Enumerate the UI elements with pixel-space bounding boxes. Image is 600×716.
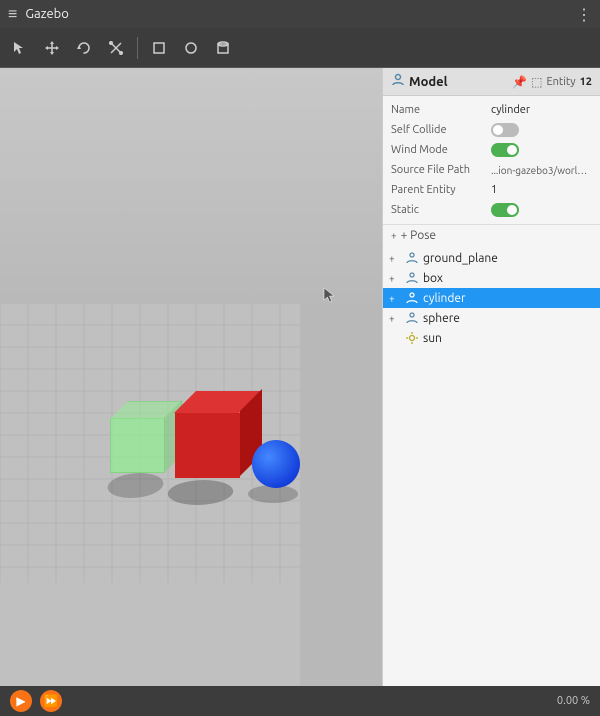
parent-entity-value: 1	[491, 184, 592, 196]
green-box-object	[110, 418, 165, 473]
box-shape-button[interactable]	[145, 34, 173, 62]
self-collide-property-row: Self Collide	[383, 120, 600, 140]
parent-entity-property-row: Parent Entity 1	[383, 180, 600, 200]
name-label: Name	[391, 104, 491, 116]
cylinder-label: cylinder	[423, 292, 466, 305]
blue-sphere-object	[252, 440, 300, 488]
play-icon: ▶	[16, 694, 25, 708]
rotate-tool-button[interactable]	[70, 34, 98, 62]
model-icon	[391, 73, 405, 90]
sphere-shape-button[interactable]	[177, 34, 205, 62]
pose-row[interactable]: + + Pose	[383, 225, 600, 246]
name-value: cylinder	[491, 104, 592, 116]
titlebar: ≡ Gazebo ⋮	[0, 0, 600, 28]
scale-tool-button[interactable]	[102, 34, 130, 62]
static-toggle[interactable]	[491, 203, 519, 217]
box-icon	[405, 271, 419, 285]
model-panel-title: Model	[409, 75, 508, 89]
entity-label: Entity	[546, 76, 575, 88]
self-collide-label: Self Collide	[391, 124, 491, 136]
sphere-label: sphere	[423, 312, 460, 325]
self-collide-toggle[interactable]	[491, 123, 519, 137]
time-value: 0.00 %	[557, 695, 590, 707]
app-title: Gazebo	[25, 7, 568, 21]
entity-tree: + ground_plane + box + cylinder	[383, 246, 600, 686]
toolbar	[0, 28, 600, 68]
tree-item-sphere[interactable]: + sphere	[383, 308, 600, 328]
source-file-label: Source File Path	[391, 164, 491, 176]
fast-forward-button[interactable]: ⏩	[40, 690, 62, 712]
main-area: Model 📌 ⬚ Entity 12 Name cylinder Self C…	[0, 68, 600, 686]
right-panel: Model 📌 ⬚ Entity 12 Name cylinder Self C…	[382, 68, 600, 686]
sphere-icon	[405, 311, 419, 325]
sphere-expand: +	[389, 313, 401, 324]
cylinder-icon	[405, 291, 419, 305]
statusbar: ▶ ⏩ 0.00 %	[0, 686, 600, 716]
play-button[interactable]: ▶	[10, 690, 32, 712]
static-label: Static	[391, 204, 491, 216]
pose-expand-icon: +	[391, 230, 397, 241]
name-property-row: Name cylinder	[383, 100, 600, 120]
model-header-controls: 📌 ⬚ Entity 12	[512, 75, 592, 89]
ground-plane-expand: +	[389, 253, 401, 264]
toolbar-separator-1	[137, 37, 138, 59]
fast-icon: ⏩	[44, 694, 59, 708]
cylinder-shape-button[interactable]	[209, 34, 237, 62]
menu-icon[interactable]: ≡	[8, 5, 17, 24]
parent-entity-label: Parent Entity	[391, 184, 491, 196]
source-file-value: ...ion-gazebo3/worlds/shapes.sdf	[491, 165, 592, 176]
model-header: Model 📌 ⬚ Entity 12	[383, 68, 600, 96]
expand-panel-icon[interactable]: ⬚	[531, 75, 542, 89]
red-box-object	[175, 413, 240, 478]
3d-viewport[interactable]	[0, 68, 382, 686]
pose-label: + Pose	[401, 229, 436, 242]
box-expand: +	[389, 273, 401, 284]
wind-mode-toggle[interactable]	[491, 143, 519, 157]
wind-mode-property-row: Wind Mode	[383, 140, 600, 160]
tree-item-box[interactable]: + box	[383, 268, 600, 288]
sun-icon	[405, 331, 419, 345]
translate-tool-button[interactable]	[38, 34, 66, 62]
cylinder-expand: +	[389, 293, 401, 304]
sun-label: sun	[423, 332, 442, 345]
select-tool-button[interactable]	[6, 34, 34, 62]
ground-plane-icon	[405, 251, 419, 265]
wind-mode-label: Wind Mode	[391, 144, 491, 156]
properties-section: Name cylinder Self Collide Wind Mode Sou…	[383, 96, 600, 225]
more-icon[interactable]: ⋮	[576, 5, 592, 24]
pin-icon[interactable]: 📌	[512, 75, 527, 89]
tree-item-ground-plane[interactable]: + ground_plane	[383, 248, 600, 268]
static-property-row: Static	[383, 200, 600, 220]
tree-item-sun[interactable]: + sun	[383, 328, 600, 348]
ground-plane-label: ground_plane	[423, 252, 498, 265]
entity-number: 12	[580, 76, 592, 88]
tree-item-cylinder[interactable]: + cylinder	[383, 288, 600, 308]
box-label: box	[423, 272, 443, 285]
source-file-property-row: Source File Path ...ion-gazebo3/worlds/s…	[383, 160, 600, 180]
